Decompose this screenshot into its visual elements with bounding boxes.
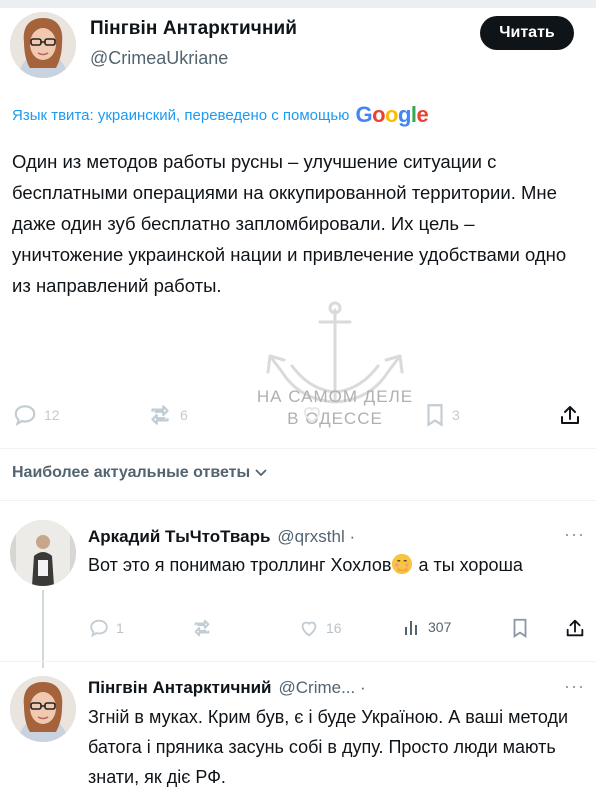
reply-text: Вот это я понимаю троллинг Хохлов а ты х…: [88, 550, 578, 580]
views-count: 307: [428, 619, 452, 635]
reply-action[interactable]: 1: [88, 617, 124, 639]
like-action[interactable]: [300, 402, 330, 426]
reply-author-name[interactable]: Аркадий ТыЧтоТварь: [88, 527, 270, 547]
tweet-text: Один из методов работы русны – улучшение…: [12, 151, 567, 296]
bookmark-action[interactable]: 3: [424, 402, 460, 428]
views-action[interactable]: 307: [402, 617, 451, 637]
sort-replies-label: Наиболее актуальные ответы: [12, 464, 251, 481]
retweet-action[interactable]: [190, 617, 220, 639]
translation-note-text: Язык твита: украинский, переведено с пом…: [12, 106, 350, 124]
reply-header: Пінгвін Антарктичний @Crime... ·: [88, 678, 366, 698]
share-action[interactable]: [564, 617, 586, 639]
bookmark-count: 3: [452, 407, 460, 423]
reply-author-handle[interactable]: @Crime... ·: [279, 678, 366, 698]
divider: [0, 500, 596, 501]
heart-icon: [301, 621, 317, 637]
reply-icon: [14, 405, 36, 426]
reply-count: 1: [116, 620, 124, 636]
bookmark-icon: [513, 618, 527, 638]
face-with-hand-over-mouth-icon: [392, 553, 413, 575]
like-action[interactable]: 16: [298, 617, 342, 639]
author-name[interactable]: Пінгвін Антарктичний: [90, 18, 297, 40]
reply-icon: [90, 619, 108, 638]
author-handle[interactable]: @CrimeaUkriane: [90, 48, 228, 69]
sort-replies-toggle[interactable]: Наиболее актуальные ответы: [12, 464, 268, 482]
reply-author-name[interactable]: Пінгвін Антарктичний: [88, 678, 272, 698]
share-action[interactable]: [558, 402, 582, 428]
more-options-icon[interactable]: ···: [564, 676, 585, 697]
reply-avatar[interactable]: [10, 520, 76, 586]
more-options-icon[interactable]: ···: [564, 524, 585, 545]
reply-action[interactable]: 12: [12, 402, 60, 428]
divider: [0, 661, 596, 662]
reply-header: Аркадий ТыЧтоТварь @qrxsthl ·: [88, 527, 355, 547]
follow-button[interactable]: Читать: [480, 16, 574, 50]
top-strip: [0, 0, 596, 8]
retweet-icon: [151, 405, 169, 425]
translation-note[interactable]: Язык твита: украинский, переведено с пом…: [12, 102, 429, 128]
views-chart-icon: [405, 621, 417, 635]
heart-icon: [303, 407, 321, 424]
like-count: 16: [326, 620, 342, 636]
tweet-actions: 12 6 3: [0, 402, 596, 432]
retweet-icon: [194, 619, 210, 637]
reply-actions: 1 16 307: [0, 617, 596, 647]
reply-avatar[interactable]: [10, 676, 76, 742]
author-avatar[interactable]: [10, 12, 76, 78]
chevron-down-icon: [255, 469, 267, 477]
share-icon: [561, 406, 579, 424]
google-logo: Google: [355, 102, 429, 127]
reply-count: 12: [44, 407, 60, 423]
reply-text-part-1: Вот это я понимаю троллинг Хохлов: [88, 555, 392, 575]
divider: [0, 448, 596, 449]
reply-author-handle[interactable]: @qrxsthl ·: [277, 527, 355, 547]
reply-text-part-2: а ты хороша: [413, 555, 523, 575]
bookmark-action[interactable]: [510, 617, 530, 639]
bookmark-icon: [427, 404, 443, 427]
retweet-count: 6: [180, 407, 188, 423]
retweet-action[interactable]: 6: [146, 402, 188, 428]
reply-text: Згній в муках. Крим був, є і буде Україн…: [88, 707, 569, 787]
share-icon: [566, 619, 584, 637]
